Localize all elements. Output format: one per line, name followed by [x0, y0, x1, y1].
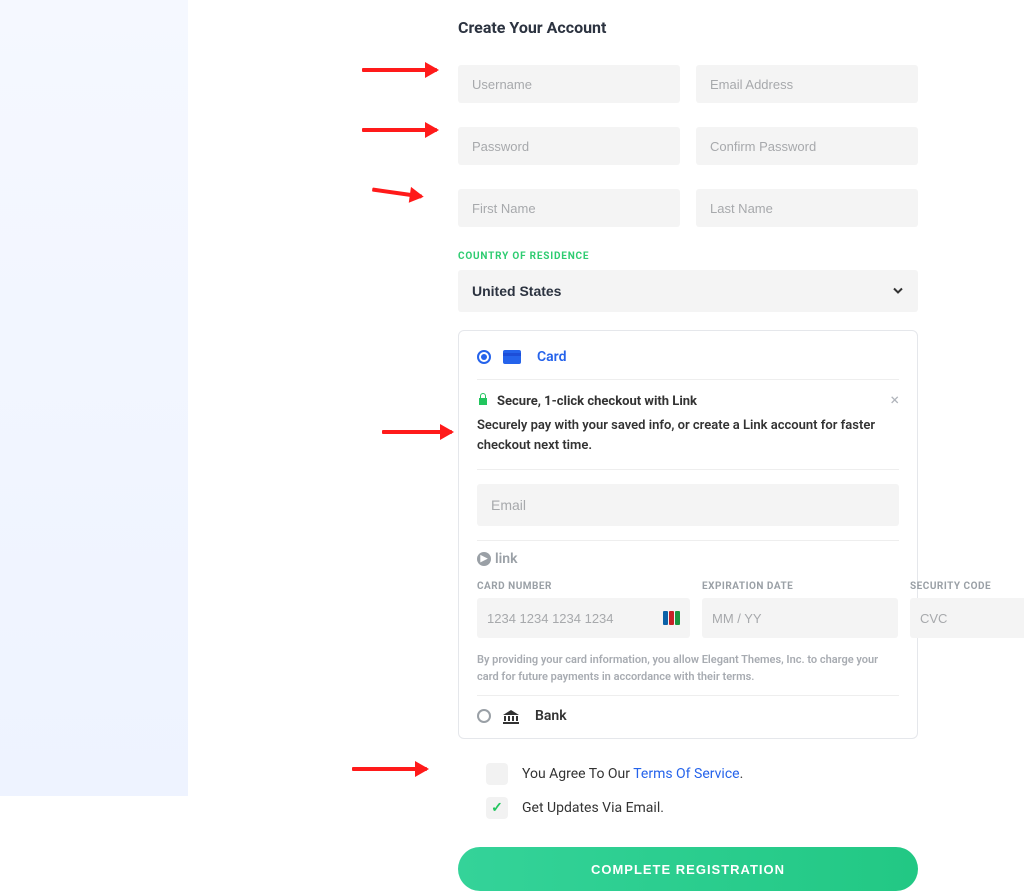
tos-text: You Agree To Our Terms Of Service.: [522, 766, 743, 782]
expiration-label: EXPIRATION DATE: [702, 581, 898, 592]
first-name-input[interactable]: [458, 189, 680, 227]
card-method-label: Card: [537, 349, 566, 365]
cvc-input[interactable]: [920, 598, 1024, 638]
radio-bank[interactable]: [477, 709, 491, 723]
annotation-arrow: [382, 430, 452, 434]
card-icon: [503, 350, 521, 364]
link-email-input[interactable]: [477, 484, 899, 526]
card-number-label: CARD NUMBER: [477, 581, 690, 592]
confirm-password-input[interactable]: [696, 127, 918, 165]
last-name-input[interactable]: [696, 189, 918, 227]
page-title: Create Your Account: [458, 18, 918, 37]
annotation-arrow: [362, 128, 437, 132]
bank-method-label: Bank: [535, 708, 567, 724]
lock-icon: [477, 392, 489, 410]
complete-registration-button[interactable]: COMPLETE REGISTRATION: [458, 847, 918, 891]
updates-text: Get Updates Via Email.: [522, 800, 664, 816]
email-input[interactable]: [696, 65, 918, 103]
card-number-input[interactable]: [487, 598, 663, 638]
password-input[interactable]: [458, 127, 680, 165]
annotation-arrow: [352, 767, 427, 771]
radio-card[interactable]: [477, 350, 491, 364]
expiration-input[interactable]: [712, 598, 888, 638]
bank-icon: [503, 709, 519, 723]
username-input[interactable]: [458, 65, 680, 103]
country-select[interactable]: United States: [458, 270, 918, 312]
signup-form: Create Your Account COUNTRY OF RESIDENCE…: [458, 0, 918, 891]
jcb-icon: [663, 611, 680, 625]
country-label: COUNTRY OF RESIDENCE: [458, 251, 918, 262]
tos-checkbox[interactable]: ✓: [486, 763, 508, 785]
close-icon[interactable]: ×: [890, 390, 899, 409]
payment-method-bank[interactable]: Bank: [477, 695, 899, 728]
link-title: Secure, 1-click checkout with Link: [497, 394, 697, 409]
payment-widget: Card × Secure, 1-click checkout with Lin…: [458, 330, 918, 739]
link-brand: ▶ link: [477, 541, 899, 581]
payment-method-card[interactable]: Card: [477, 345, 899, 379]
left-sidebar: [0, 0, 188, 796]
link-description: Securely pay with your saved info, or cr…: [477, 416, 899, 455]
annotation-arrow: [362, 68, 437, 72]
link-banner: × Secure, 1-click checkout with Link Sec…: [477, 379, 899, 470]
updates-checkbox[interactable]: ✓: [486, 797, 508, 819]
annotation-arrow: [372, 188, 422, 199]
cvc-label: SECURITY CODE: [910, 581, 1024, 592]
payment-disclaimer: By providing your card information, you …: [477, 652, 899, 685]
play-icon: ▶: [477, 552, 491, 566]
tos-link[interactable]: Terms Of Service: [633, 766, 739, 782]
link-brand-text: link: [495, 551, 517, 567]
